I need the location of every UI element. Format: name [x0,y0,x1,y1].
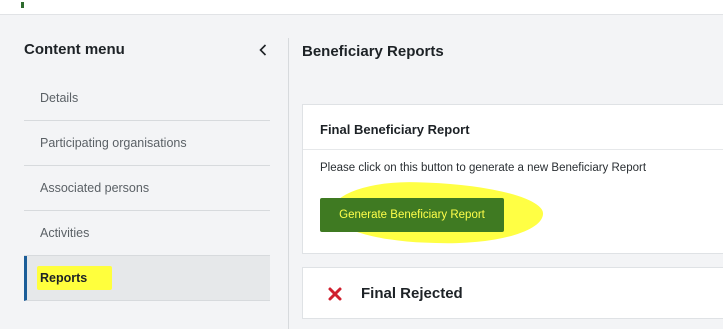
menu-item-label: Reports [37,266,113,290]
sidebar-divider [288,38,289,329]
status-label: Final Rejected [361,285,463,302]
menu-item-participating-organisations[interactable]: Participating organisations [24,121,270,166]
menu-item-label: Details [40,91,79,105]
top-bar [0,0,723,15]
top-bar-mark [21,2,24,8]
final-status-card: Final Rejected [302,267,723,319]
card-instruction-text: Please click on this button to generate … [320,162,647,174]
menu-item-label: Associated persons [40,181,150,195]
menu-item-reports[interactable]: Reports [24,256,270,301]
content-menu-header: Content menu [24,39,270,61]
menu-item-activities[interactable]: Activities [24,211,270,256]
final-report-card: Final Beneficiary Report Please click on… [302,104,723,254]
content-menu-list: Details Participating organisations Asso… [24,76,270,301]
menu-item-label: Activities [40,226,90,240]
menu-item-details[interactable]: Details [24,76,270,121]
menu-item-label: Participating organisations [40,136,187,150]
chevron-left-icon[interactable] [256,39,270,61]
page-title: Beneficiary Reports [302,43,444,60]
content-menu-sidebar: Content menu Details Participating organ… [0,15,288,329]
card-title: Final Beneficiary Report [320,122,470,137]
close-icon [327,286,343,302]
menu-item-associated-persons[interactable]: Associated persons [24,166,270,211]
content-menu-title: Content menu [24,41,125,58]
generate-report-button[interactable]: Generate Beneficiary Report [320,198,504,232]
card-separator [303,149,723,150]
